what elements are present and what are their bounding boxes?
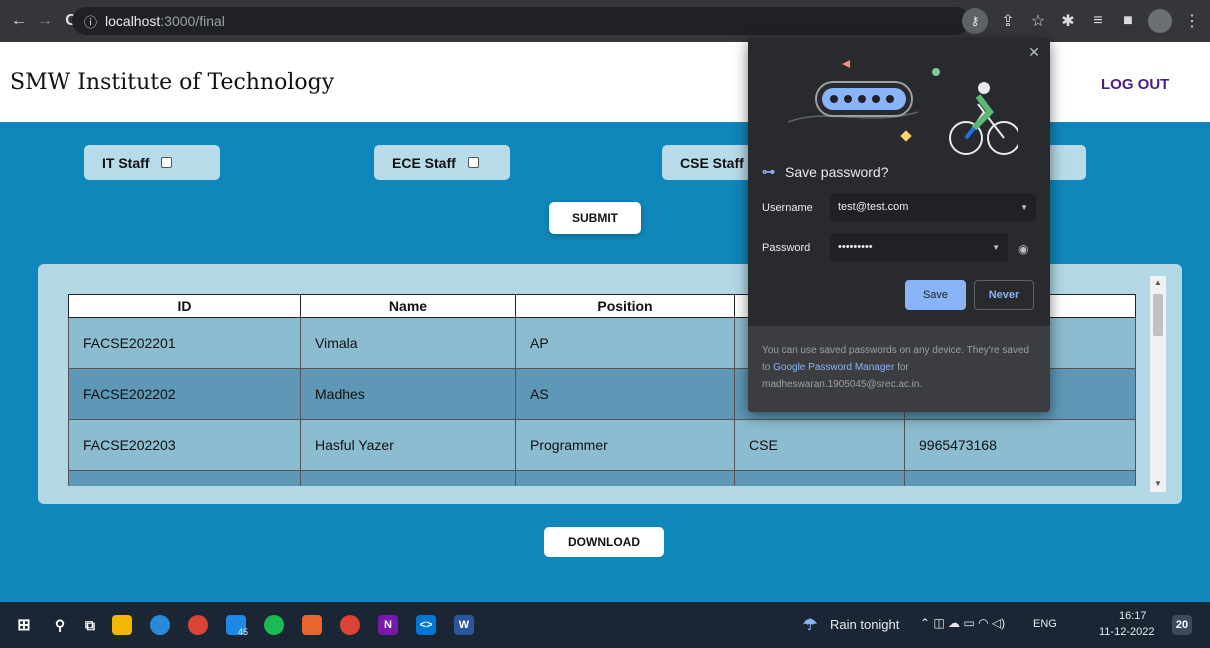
clock-date[interactable]: 11-12-2022 (1099, 626, 1154, 638)
browser-toolbar: ← → C ⓘ localhost :3000/final ⚷ ⇪ ☆ ✱ ≡ … (0, 0, 1210, 42)
cell-phone (904, 470, 1136, 486)
close-icon[interactable]: ✕ (1028, 44, 1040, 61)
dialog-title: Save password? (785, 164, 889, 180)
cell-department (734, 470, 905, 486)
cell-name (300, 470, 516, 486)
side-panel-icon[interactable]: ■ (1118, 12, 1138, 30)
username-label: Username (762, 202, 813, 214)
scrollbar-thumb[interactable] (1153, 294, 1163, 336)
password-key-icon[interactable]: ⚷ (962, 8, 988, 34)
cell-id: FACSE202201 (68, 317, 301, 369)
cell-id (68, 470, 301, 486)
address-bar[interactable]: ⓘ localhost :3000/final (72, 7, 970, 35)
forward-button[interactable]: → (32, 12, 58, 30)
cell-phone: 9965473168 (904, 419, 1136, 471)
chevron-down-icon[interactable]: ▼ (1020, 203, 1028, 212)
share-icon[interactable]: ⇪ (998, 11, 1018, 31)
column-header-position: Position (515, 294, 735, 318)
scroll-up-icon[interactable]: ▲ (1154, 278, 1162, 287)
language-indicator[interactable]: ENG (1033, 618, 1057, 630)
windows-start-icon[interactable]: ⊞ (14, 615, 34, 635)
cell-name: Vimala (300, 317, 516, 369)
info-icon[interactable]: ⓘ (84, 12, 97, 31)
password-manager-link[interactable]: Google Password Manager (773, 362, 894, 373)
password-value: ••••••••• (838, 241, 873, 253)
cell-position (515, 470, 735, 486)
dialog-header: ⊶ Save password? (762, 164, 889, 180)
office-icon[interactable] (302, 615, 322, 635)
spotify-icon[interactable] (264, 615, 284, 635)
google-key-icon: ⊶ (762, 164, 775, 179)
search-icon[interactable]: ⚲ (50, 615, 70, 635)
column-header-id: ID (68, 294, 301, 318)
chrome-profile-icon[interactable] (340, 615, 360, 635)
reading-list-icon[interactable]: ≡ (1088, 12, 1108, 30)
logout-button[interactable]: LOG OUT (1101, 76, 1169, 93)
mail-badge: 45 (238, 627, 249, 637)
tray-icons[interactable]: ⌃ ◫ ☁ ▭ ◠ ◁) (920, 616, 1005, 630)
url-host: localhost (105, 13, 161, 29)
cell-department: CSE (734, 419, 905, 471)
cell-name: Hasful Yazer (300, 419, 516, 471)
submit-button[interactable]: SUBMIT (549, 202, 641, 234)
cell-position: Programmer (515, 419, 735, 471)
task-view-icon[interactable]: ⧉ (80, 615, 100, 635)
eye-icon[interactable]: ◉ (1018, 242, 1028, 256)
profile-avatar[interactable] (1148, 9, 1172, 33)
url-path: :3000/final (160, 13, 225, 29)
it-staff-checkbox[interactable] (161, 157, 173, 168)
cell-id: FACSE202203 (68, 419, 301, 471)
table-row: FACSE202203 Hasful Yazer Programmer CSE … (68, 419, 1136, 471)
back-button[interactable]: ← (6, 12, 32, 30)
menu-icon[interactable]: ⋮ (1182, 11, 1202, 31)
filter-label: CSE Staff (680, 154, 744, 171)
notification-icon[interactable]: 20 (1172, 615, 1192, 635)
filter-ece-staff[interactable]: ECE Staff (374, 145, 510, 180)
column-header-name: Name (300, 294, 516, 318)
table-scrollbar[interactable]: ▲ ▼ (1150, 276, 1166, 492)
weather-icon[interactable]: ☂ (800, 615, 820, 635)
filter-label: IT Staff (102, 154, 150, 171)
site-title: SMW Institute of Technology (10, 70, 335, 95)
onenote-icon[interactable]: N (378, 615, 398, 635)
extensions-icon[interactable]: ✱ (1058, 11, 1078, 31)
password-illustration (787, 60, 1018, 155)
chrome-icon[interactable] (188, 615, 208, 635)
cell-position: AS (515, 368, 735, 420)
username-value: test@test.com (838, 201, 909, 213)
filter-label: ECE Staff (392, 154, 456, 171)
password-field[interactable]: ••••••••• ▼ (830, 233, 1008, 261)
edge-icon[interactable] (150, 615, 170, 635)
cell-id: FACSE202202 (68, 368, 301, 420)
bookmark-star-icon[interactable]: ☆ (1028, 11, 1048, 31)
vscode-icon[interactable]: <> (416, 615, 436, 635)
filter-it-staff[interactable]: IT Staff (84, 145, 220, 180)
save-password-dialog: ✕ ⊶ Save password? Username test@test.co… (748, 38, 1050, 412)
chevron-down-icon[interactable]: ▼ (992, 243, 1000, 252)
table-row (68, 470, 1136, 486)
never-button[interactable]: Never (974, 280, 1034, 310)
username-field[interactable]: test@test.com ▼ (830, 193, 1036, 221)
dialog-footer: You can use saved passwords on any devic… (748, 326, 1050, 412)
scroll-down-icon[interactable]: ▼ (1154, 479, 1162, 488)
password-label: Password (762, 242, 811, 254)
file-explorer-icon[interactable] (112, 615, 132, 635)
word-icon[interactable]: W (454, 615, 474, 635)
windows-taskbar: ⊞ ⚲ ⧉ 45 N <> W ☂ Rain tonight ⌃ ◫ ☁ ▭ ◠… (0, 602, 1210, 648)
clock-time[interactable]: 16:17 (1119, 610, 1147, 622)
weather-text[interactable]: Rain tonight (830, 617, 899, 632)
ece-staff-checkbox[interactable] (467, 157, 479, 168)
cell-position: AP (515, 317, 735, 369)
cell-name: Madhes (300, 368, 516, 420)
download-button[interactable]: DOWNLOAD (544, 527, 664, 557)
save-password-button[interactable]: Save (905, 280, 966, 310)
